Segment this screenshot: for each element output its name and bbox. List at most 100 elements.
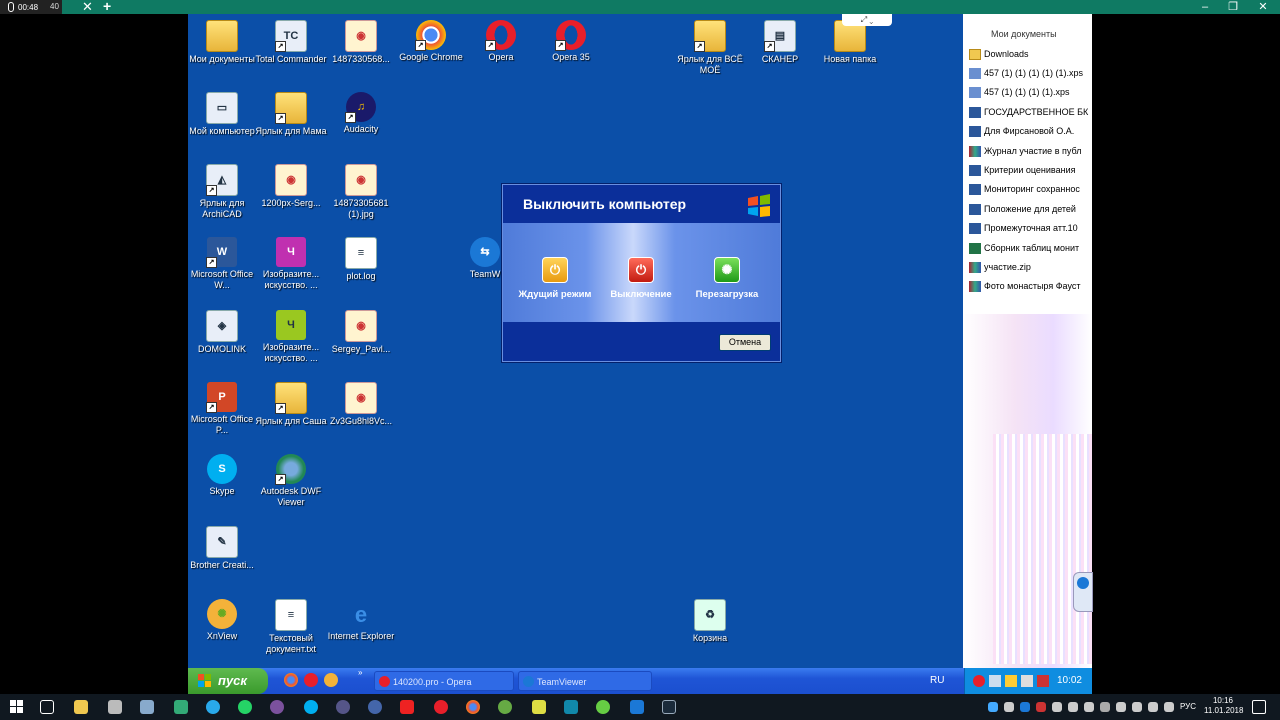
volume-icon[interactable]	[1021, 675, 1033, 687]
battery-icon[interactable]	[1148, 702, 1158, 712]
desktop-icon[interactable]: W ↗ Microsoft Office W...	[188, 237, 258, 291]
tray-icon[interactable]	[1084, 702, 1094, 712]
desktop-icon[interactable]: ↗ Opera 35	[535, 20, 607, 63]
restart-button[interactable]: ✺ Перезагрузка	[681, 257, 773, 300]
remote-toolbar-toggle[interactable]: ⤢ ⌄	[842, 14, 892, 26]
desktop-icon[interactable]: ↗ Ярлык для ВСЁ МОЁ	[674, 20, 746, 76]
language-indicator[interactable]: RU	[930, 668, 944, 694]
tray-icon[interactable]	[1100, 702, 1110, 712]
list-item[interactable]: Сборник таблиц монит	[969, 239, 1092, 257]
desktop-icon[interactable]: ↗ Autodesk DWF Viewer	[255, 454, 327, 508]
app-icon[interactable]	[174, 700, 188, 714]
desktop-icon[interactable]: ◉ 1487330568...	[325, 20, 397, 65]
tray-icon[interactable]	[1036, 702, 1046, 712]
list-item[interactable]: Положение для детей	[969, 200, 1092, 218]
desktop-icon[interactable]: ▭ Мой компьютер	[188, 92, 258, 137]
clock[interactable]: 10:16 11.01.2018	[1204, 696, 1243, 716]
app-icon[interactable]	[596, 700, 610, 714]
desktop-icon[interactable]: ↗ Ярлык для Саша	[255, 382, 327, 427]
desktop-icon[interactable]: ◉ 14873305681 (1).jpg	[325, 164, 397, 220]
opera-icon[interactable]	[973, 675, 985, 687]
cancel-button[interactable]: Отмена	[719, 334, 771, 351]
desktop-icon[interactable]: ◈ DOMOLINK	[188, 310, 258, 355]
desktop-icon[interactable]: ↗ Ярлык для Мама	[255, 92, 327, 137]
desktop-icon[interactable]: ◉ Zv3Gu8hl8Vc...	[325, 382, 397, 427]
tray-app-icon[interactable]	[1037, 675, 1049, 687]
desktop-icon[interactable]: P ↗ Microsoft Office P...	[188, 382, 258, 436]
desktop-icon[interactable]: ≡ plot.log	[325, 237, 397, 282]
list-item[interactable]: участие.zip	[969, 258, 1092, 276]
xnview-icon[interactable]	[324, 673, 338, 687]
quicklaunch-expand-icon[interactable]: »	[358, 668, 362, 677]
list-item[interactable]: Критерии оценивания	[969, 161, 1092, 179]
calculator-icon[interactable]	[108, 700, 122, 714]
restore-button[interactable]: ❐	[1220, 0, 1246, 14]
list-item[interactable]: ГОСУДАРСТВЕННОЕ БК	[969, 103, 1092, 121]
teamviewer-icon[interactable]	[630, 700, 644, 714]
app-icon[interactable]	[532, 700, 546, 714]
skype-icon[interactable]	[304, 700, 318, 714]
tray-icon[interactable]	[1004, 702, 1014, 712]
task-view-icon[interactable]	[40, 700, 54, 714]
tray-icon[interactable]	[1116, 702, 1126, 712]
desktop-icon[interactable]: TC ↗ Total Commander	[255, 20, 327, 65]
desktop-icon[interactable]: ◉ 1200px-Serg...	[255, 164, 327, 209]
desktop-icon[interactable]: ≡ Текстовый документ.txt	[255, 599, 327, 655]
store-icon[interactable]	[140, 700, 154, 714]
windows-start-icon[interactable]	[10, 700, 24, 714]
list-item[interactable]: Журнал участие в публ	[969, 142, 1092, 160]
desktop-icon[interactable]: ✺ XnView	[188, 599, 258, 642]
desktop-icon[interactable]: Новая папка	[814, 20, 886, 65]
app-icon[interactable]	[498, 700, 512, 714]
start-button[interactable]: пуск	[188, 668, 268, 694]
volume-icon[interactable]	[1164, 702, 1174, 712]
notification-icon[interactable]	[1252, 700, 1266, 714]
minimize-button[interactable]: –	[1192, 0, 1218, 14]
app-icon[interactable]	[564, 700, 578, 714]
whatsapp-icon[interactable]	[238, 700, 252, 714]
telegram-icon[interactable]	[206, 700, 220, 714]
tray-icon[interactable]	[1020, 702, 1030, 712]
standby-button[interactable]: ⏻ Ждущий режим	[509, 257, 601, 300]
opera-icon[interactable]	[434, 700, 448, 714]
list-item[interactable]: 457 (1) (1) (1) (1) (1).xps	[969, 64, 1092, 82]
list-item[interactable]: Downloads	[969, 45, 1092, 63]
desktop-icon[interactable]: Ч Изобразите... искусство. ...	[255, 310, 327, 364]
desktop-icon[interactable]: ♫ ↗ Audacity	[325, 92, 397, 135]
app-icon[interactable]	[336, 700, 350, 714]
desktop-icon[interactable]: ↗ Opera	[465, 20, 537, 63]
desktop-icon[interactable]: ♻ Корзина	[674, 599, 746, 644]
tray-icon[interactable]	[988, 702, 998, 712]
taskbar-task[interactable]: 140200.pro - Opera	[374, 671, 514, 691]
list-item[interactable]: Промежуточная атт.10	[969, 219, 1092, 237]
vivaldi-icon[interactable]	[400, 700, 414, 714]
list-item[interactable]: Мониторинг сохраннос	[969, 180, 1092, 198]
network-icon[interactable]	[1132, 702, 1142, 712]
close-button[interactable]: ✕	[1250, 0, 1276, 14]
desktop-icon[interactable]: ↗ Google Chrome	[395, 20, 467, 63]
tray-icon[interactable]	[1068, 702, 1078, 712]
app-icon[interactable]	[662, 700, 676, 714]
desktop-icon[interactable]: S Skype	[188, 454, 258, 497]
app-icon[interactable]	[368, 700, 382, 714]
viber-icon[interactable]	[270, 700, 284, 714]
taskbar-task[interactable]: TeamViewer	[518, 671, 652, 691]
tray-icon[interactable]	[1052, 702, 1062, 712]
language-indicator[interactable]: РУС	[1180, 694, 1196, 720]
list-item[interactable]: Для Фирсановой О.А.	[969, 122, 1092, 140]
file-explorer-icon[interactable]	[74, 700, 88, 714]
tab-add-icon[interactable]: +	[103, 0, 111, 13]
shutdown-button[interactable]: ⏻ Выключение	[595, 257, 687, 300]
list-item[interactable]: Фото монастыря Фауст	[969, 277, 1092, 295]
desktop-icon[interactable]: Мои документы	[188, 20, 258, 65]
network-icon[interactable]	[989, 675, 1001, 687]
security-icon[interactable]	[1005, 675, 1017, 687]
desktop-icon[interactable]: ✎ Brother Creati...	[188, 526, 258, 571]
desktop-icon[interactable]: Ч Изобразите... искусство. ...	[255, 237, 327, 291]
teamviewer-panel-handle[interactable]	[1073, 572, 1093, 612]
chrome-icon[interactable]	[466, 700, 480, 714]
desktop-icon[interactable]: ▤ ↗ СКАНЕР	[744, 20, 816, 65]
tab-close-icon[interactable]: ✕	[82, 0, 93, 14]
desktop-icon[interactable]: ◉ Sergey_Pavl...	[325, 310, 397, 355]
desktop-icon[interactable]: ◭ ↗ Ярлык для ArchiCAD	[188, 164, 258, 220]
